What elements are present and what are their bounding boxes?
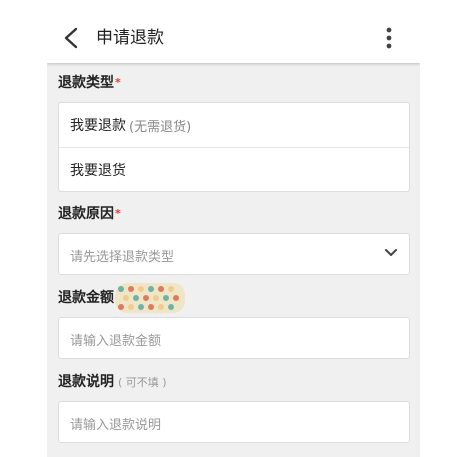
back-arrow-icon[interactable] — [61, 26, 81, 50]
refund-note-label: 退款说明 ( 可不填 ) — [58, 373, 167, 392]
refund-reason-select[interactable]: 请先选择退款类型 — [58, 233, 410, 275]
refund-reason-placeholder: 请先选择退款类型 — [70, 249, 175, 265]
option-return-goods[interactable]: 我要退货 — [59, 147, 409, 191]
refund-screen: 申请退款 退款类型* 我要退款 (无需退货) 我要退货 退款原因* 请先选择退款类… — [47, 12, 420, 457]
refund-amount-label-text: 退款金额 — [58, 290, 114, 306]
app-header: 申请退款 — [47, 12, 420, 63]
required-star: * — [115, 76, 121, 89]
refund-note-label-text: 退款说明 — [58, 374, 114, 390]
option-hint: (无需退货) — [129, 119, 192, 135]
refund-reason-label: 退款原因* — [58, 205, 121, 223]
optional-note: ( 可不填 ) — [118, 376, 167, 389]
required-star: * — [115, 207, 121, 220]
option-label: 我要退款 — [70, 118, 126, 134]
more-vertical-icon[interactable] — [383, 26, 395, 50]
refund-reason-label-text: 退款原因 — [58, 206, 114, 222]
page-title: 申请退款 — [96, 28, 164, 48]
refund-type-options: 我要退款 (无需退货) 我要退货 — [58, 102, 410, 192]
refund-type-label: 退款类型* — [58, 74, 121, 92]
option-refund-only[interactable]: 我要退款 (无需退货) — [59, 103, 409, 147]
option-label: 我要退货 — [70, 162, 126, 179]
refund-note-input[interactable]: 请输入退款说明 — [58, 401, 410, 443]
refund-amount-placeholder: 请输入退款金额 — [70, 333, 162, 349]
refund-note-placeholder: 请输入退款说明 — [70, 417, 162, 433]
refund-type-label-text: 退款类型 — [58, 75, 114, 91]
refund-amount-input[interactable]: 请输入退款金额 — [58, 317, 410, 359]
polka-dot-sticker — [115, 283, 185, 313]
refund-amount-label: 退款金额 — [58, 289, 114, 307]
chevron-down-icon — [385, 249, 397, 256]
